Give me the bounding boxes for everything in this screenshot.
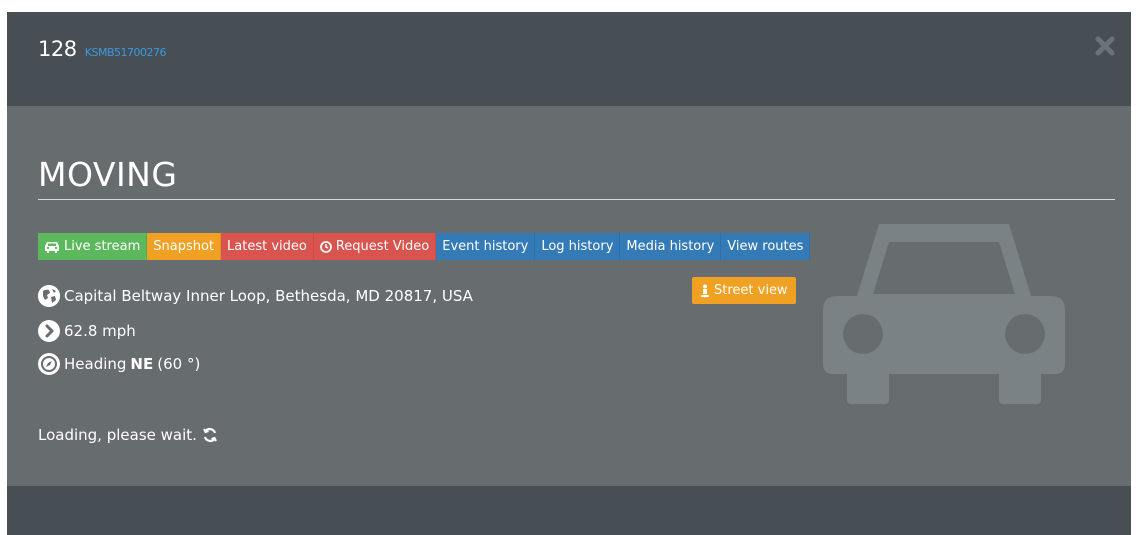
heading-line: Heading NE (60 °) [38, 353, 200, 375]
log-history-label: Log history [541, 239, 614, 254]
live-stream-button[interactable]: Live stream [38, 233, 148, 260]
status-title: MOVING [38, 155, 178, 194]
close-icon [1095, 36, 1115, 56]
clock-icon [319, 240, 332, 253]
car-background-icon [823, 224, 1065, 404]
log-history-button[interactable]: Log history [535, 233, 621, 260]
live-stream-label: Live stream [64, 239, 141, 254]
media-history-label: Media history [626, 239, 715, 254]
vehicle-id-link[interactable]: KSMB51700276 [85, 46, 167, 59]
heading-prefix: Heading [64, 355, 127, 373]
refresh-icon [203, 427, 217, 443]
street-view-button[interactable]: Street view [692, 277, 796, 304]
speed-text: 62.8 mph [64, 322, 136, 340]
vehicle-title: 128 KSMB51700276 [38, 37, 167, 61]
vehicle-number: 128 [38, 37, 77, 61]
heading-direction: NE [130, 355, 154, 373]
speed-line: 62.8 mph [38, 320, 136, 342]
request-video-button[interactable]: Request Video [313, 233, 437, 260]
close-button[interactable] [1093, 34, 1117, 58]
modal-body: MOVING Live stream Snapshot Latest video [7, 106, 1131, 486]
latest-video-label: Latest video [227, 239, 307, 254]
car-icon [45, 241, 59, 253]
event-history-button[interactable]: Event history [436, 233, 536, 260]
chevron-right-icon [38, 320, 60, 342]
view-routes-button[interactable]: View routes [721, 233, 811, 260]
address-text: Capital Beltway Inner Loop, Bethesda, MD… [64, 287, 473, 305]
modal-header: 128 KSMB51700276 [7, 12, 1131, 106]
globe-icon [38, 285, 60, 307]
event-history-label: Event history [442, 239, 529, 254]
loading-indicator: Loading, please wait. [38, 426, 218, 444]
heading-degrees: (60 °) [157, 355, 201, 373]
title-divider [38, 199, 1115, 200]
street-view-label: Street view [714, 283, 788, 298]
view-routes-label: View routes [727, 239, 804, 254]
vehicle-info-modal: 128 KSMB51700276 MOVING Live stream Snap… [7, 12, 1131, 535]
media-history-button[interactable]: Media history [620, 233, 722, 260]
snapshot-button[interactable]: Snapshot [147, 233, 222, 260]
snapshot-label: Snapshot [153, 239, 215, 254]
modal-footer [7, 486, 1131, 535]
compass-icon [38, 353, 60, 375]
latest-video-button[interactable]: Latest video [221, 233, 314, 260]
action-buttons: Live stream Snapshot Latest video Reques… [38, 233, 811, 260]
street-view-icon [700, 284, 710, 297]
loading-text: Loading, please wait. [38, 426, 197, 444]
request-video-label: Request Video [335, 239, 430, 254]
address-line: Capital Beltway Inner Loop, Bethesda, MD… [38, 285, 473, 307]
